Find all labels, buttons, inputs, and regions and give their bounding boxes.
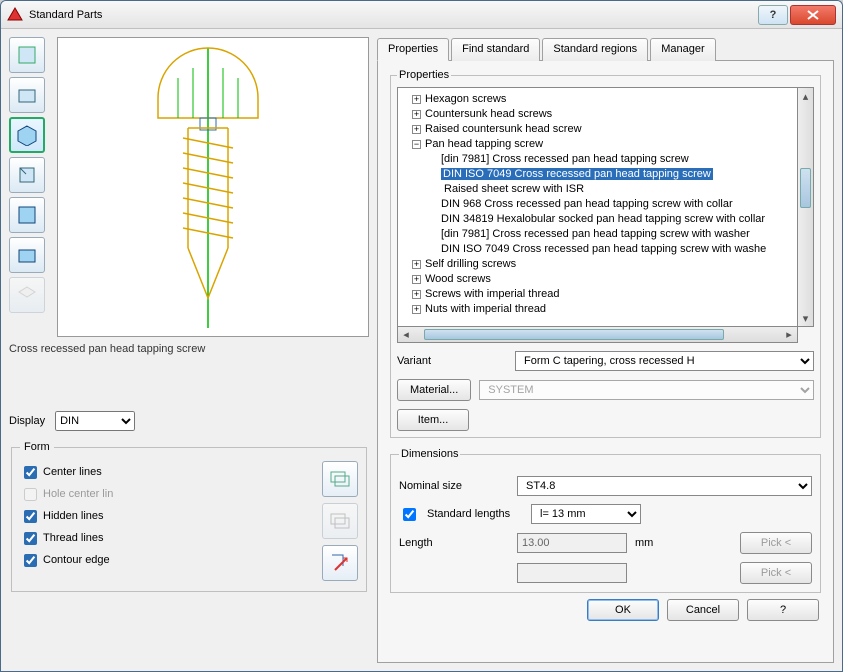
app-icon xyxy=(7,7,23,23)
standard-lengths-select[interactable]: l= 13 mm xyxy=(531,504,641,524)
view-3d-icon[interactable] xyxy=(9,277,45,313)
tree-item[interactable]: +Raised countersunk head screw xyxy=(400,122,795,137)
scroll-down-icon[interactable]: ▾ xyxy=(798,310,813,326)
tab-standard-regions[interactable]: Standard regions xyxy=(542,38,648,61)
tree-item[interactable]: +Hexagon screws xyxy=(400,92,795,107)
tree-item[interactable]: [din 7981] Cross recessed pan head tappi… xyxy=(400,152,795,167)
tab-find-standard[interactable]: Find standard xyxy=(451,38,540,61)
tree-item[interactable]: DIN ISO 7049 Cross recessed pan head tap… xyxy=(400,167,795,182)
tree-expand-icon[interactable]: + xyxy=(412,290,421,299)
properties-legend: Properties xyxy=(397,69,451,81)
tree-item[interactable]: DIN 968 Cross recessed pan head tapping … xyxy=(400,197,795,212)
hidden-lines-checkbox[interactable] xyxy=(24,510,37,523)
dimensions-group: Dimensions Nominal size ST4.8 Standard l… xyxy=(390,448,821,593)
nominal-size-select[interactable]: ST4.8 xyxy=(517,476,812,496)
dialog-window: Standard Parts ? xyxy=(0,0,843,672)
thread-lines-label: Thread lines xyxy=(43,532,104,544)
tree-item[interactable]: +Countersunk head screws xyxy=(400,107,795,122)
hidden-lines-label: Hidden lines xyxy=(43,510,104,522)
tab-manager[interactable]: Manager xyxy=(650,38,715,61)
material-select: SYSTEM xyxy=(479,380,814,400)
tree-expand-icon[interactable]: + xyxy=(412,110,421,119)
form-legend: Form xyxy=(20,441,54,453)
tree-expand-icon[interactable]: + xyxy=(412,95,421,104)
window-title: Standard Parts xyxy=(29,9,758,21)
tab-bar: Properties Find standard Standard region… xyxy=(377,37,834,61)
display-label: Display xyxy=(9,415,45,427)
tree-item[interactable]: −Pan head tapping screw xyxy=(400,137,795,152)
tree-item[interactable]: +Self drilling screws xyxy=(400,257,795,272)
scroll-right-icon[interactable]: ▸ xyxy=(781,328,797,341)
center-lines-checkbox[interactable] xyxy=(24,466,37,479)
right-panel: Properties Find standard Standard region… xyxy=(377,37,834,663)
tree-vscroll[interactable]: ▴ ▾ xyxy=(798,87,814,327)
view-rear-icon[interactable] xyxy=(9,237,45,273)
length-field xyxy=(517,533,627,553)
standard-lengths-label: Standard lengths xyxy=(427,508,523,520)
help-button[interactable]: ? xyxy=(747,599,819,621)
left-panel: Cross recessed pan head tapping screw Di… xyxy=(9,37,369,663)
view-bottom-icon[interactable] xyxy=(9,197,45,233)
form-group: Form Center lines Hole center lin Hidden… xyxy=(11,441,367,592)
window-close-button[interactable] xyxy=(790,5,836,25)
variant-select[interactable]: Form C tapering, cross recessed H xyxy=(515,351,814,371)
tree-expand-icon[interactable]: − xyxy=(412,140,421,149)
length-2-field xyxy=(517,563,627,583)
standards-tree[interactable]: +Hexagon screws+Countersunk head screws+… xyxy=(397,87,798,327)
export-options-icon[interactable] xyxy=(322,545,358,581)
tree-item[interactable]: DIN 34819 Hexalobular socked pan head ta… xyxy=(400,212,795,227)
view-top-icon[interactable] xyxy=(9,37,45,73)
material-button[interactable]: Material... xyxy=(397,379,471,401)
tree-item[interactable]: DIN ISO 7049 Cross recessed pan head tap… xyxy=(400,242,795,257)
dialog-buttons: OK Cancel ? xyxy=(388,593,823,621)
length-label: Length xyxy=(399,537,509,549)
thread-lines-checkbox[interactable] xyxy=(24,532,37,545)
contour-edge-label: Contour edge xyxy=(43,554,110,566)
standard-lengths-checkbox[interactable] xyxy=(403,508,416,521)
length-unit: mm xyxy=(635,537,665,549)
view-front-icon[interactable] xyxy=(9,77,45,113)
ok-button[interactable]: OK xyxy=(587,599,659,621)
tree-expand-icon[interactable]: + xyxy=(412,305,421,314)
tree-item[interactable]: +Screws with imperial thread xyxy=(400,287,795,302)
titlebar: Standard Parts ? xyxy=(1,1,842,29)
item-button[interactable]: Item... xyxy=(397,409,469,431)
tree-expand-icon[interactable]: + xyxy=(412,125,421,134)
window-help-button[interactable]: ? xyxy=(758,5,788,25)
contour-edge-checkbox[interactable] xyxy=(24,554,37,567)
part-preview xyxy=(57,37,369,337)
layer-options-icon[interactable] xyxy=(322,461,358,497)
properties-group: Properties +Hexagon screws+Countersunk h… xyxy=(390,69,821,438)
center-lines-label: Center lines xyxy=(43,466,102,478)
pick-1-button: Pick < xyxy=(740,532,812,554)
pick-2-button: Pick < xyxy=(740,562,812,584)
tree-expand-icon[interactable]: + xyxy=(412,275,421,284)
hole-center-label: Hole center lin xyxy=(43,488,113,500)
variant-label: Variant xyxy=(397,355,507,367)
tab-properties[interactable]: Properties xyxy=(377,38,449,61)
tree-item[interactable]: +Nuts with imperial thread xyxy=(400,302,795,317)
hole-center-checkbox xyxy=(24,488,37,501)
view-thumbnails xyxy=(9,37,49,337)
screw-drawing-icon xyxy=(58,38,358,334)
hscroll-thumb[interactable] xyxy=(424,329,724,340)
tree-item[interactable]: Raised sheet screw with ISR xyxy=(400,182,795,197)
scroll-up-icon[interactable]: ▴ xyxy=(798,88,813,104)
tree-item[interactable]: [din 7981] Cross recessed pan head tappi… xyxy=(400,227,795,242)
preview-caption: Cross recessed pan head tapping screw xyxy=(9,343,369,355)
tree-hscroll[interactable]: ◂ ▸ xyxy=(397,327,798,343)
tree-item[interactable]: +Wood screws xyxy=(400,272,795,287)
nominal-size-label: Nominal size xyxy=(399,480,509,492)
view-side-icon[interactable] xyxy=(9,157,45,193)
dimensions-legend: Dimensions xyxy=(399,448,460,460)
cancel-button[interactable]: Cancel xyxy=(667,599,739,621)
scroll-left-icon[interactable]: ◂ xyxy=(398,328,414,341)
tree-expand-icon[interactable]: + xyxy=(412,260,421,269)
vscroll-thumb[interactable] xyxy=(800,168,811,208)
view-iso-icon[interactable] xyxy=(9,117,45,153)
display-select[interactable]: DIN xyxy=(55,411,135,431)
layer-options-2-icon[interactable] xyxy=(322,503,358,539)
